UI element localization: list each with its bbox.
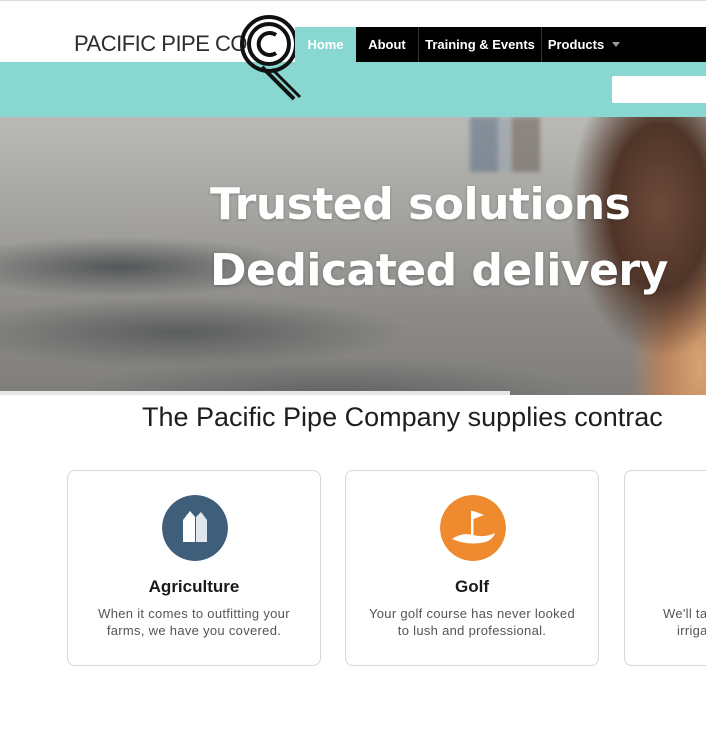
hero-banner: Trusted solutions Dedicated delivery bbox=[0, 117, 706, 395]
card-title: Golf bbox=[455, 577, 489, 596]
card-desc-line-2: to lush and professional. bbox=[397, 623, 547, 638]
hero-progress-bar bbox=[0, 391, 510, 395]
search-input[interactable] bbox=[612, 76, 706, 103]
card-description: We'll ta irriga bbox=[663, 605, 706, 639]
hero-headline: Trusted solutions Dedicated delivery bbox=[210, 172, 668, 304]
card-desc-line-1: When it comes to outfitting your bbox=[98, 606, 290, 621]
card-desc-line-1: We'll ta bbox=[663, 606, 706, 621]
intro-text: The Pacific Pipe Company supplies contra… bbox=[142, 402, 663, 432]
chevron-down-icon bbox=[612, 42, 621, 48]
site-header: PACIFIC PIPE CO. Home About Training & E… bbox=[0, 1, 706, 117]
card-desc-line-1: Your golf course has never looked bbox=[369, 606, 575, 621]
nav-products[interactable]: Products bbox=[542, 27, 626, 62]
hero-line-2: Dedicated delivery bbox=[210, 245, 668, 296]
card-description: Your golf course has never looked to lus… bbox=[346, 605, 598, 639]
silo-icon bbox=[162, 495, 228, 561]
brand-name[interactable]: PACIFIC PIPE CO. bbox=[74, 31, 253, 57]
card-partial[interactable]: We'll ta irriga bbox=[624, 470, 706, 666]
golf-flag-icon bbox=[440, 495, 506, 561]
main-nav: Home About Training & Events Products bbox=[295, 27, 706, 62]
nav-products-label: Products bbox=[547, 37, 605, 52]
card-golf[interactable]: Golf Your golf course has never looked t… bbox=[345, 470, 599, 666]
header-band bbox=[0, 62, 706, 117]
card-desc-line-2: farms, we have you covered. bbox=[106, 623, 282, 638]
card-agriculture[interactable]: Agriculture When it comes to outfitting … bbox=[67, 470, 321, 666]
hero-background-figure bbox=[470, 117, 540, 172]
hero-line-1: Trusted solutions bbox=[210, 179, 631, 230]
card-title: Agriculture bbox=[148, 577, 240, 596]
card-desc-line-2: irriga bbox=[677, 623, 706, 638]
nav-about[interactable]: About bbox=[356, 27, 418, 62]
nav-training-events[interactable]: Training & Events bbox=[419, 27, 541, 62]
card-description: When it comes to outfitting your farms, … bbox=[68, 605, 320, 639]
nav-home[interactable]: Home bbox=[295, 27, 356, 62]
